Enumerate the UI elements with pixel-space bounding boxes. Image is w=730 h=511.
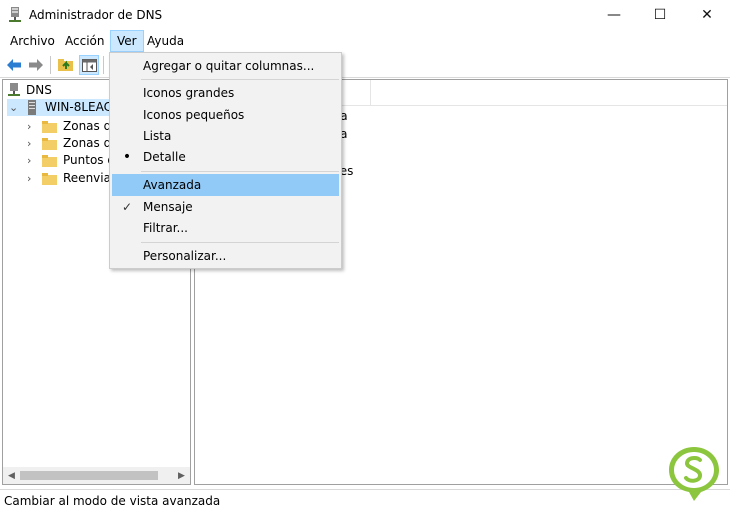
forward-arrow-icon [29,59,43,71]
back-button[interactable] [4,55,24,75]
menu-separator [141,79,339,80]
toolbar-separator [103,56,104,74]
menu-item-advanced[interactable]: Avanzada [112,174,339,196]
forward-button[interactable] [26,55,46,75]
chevron-down-icon[interactable]: ⌄ [9,99,19,116]
maximize-button[interactable]: ☐ [637,0,683,30]
folder-icon [42,138,57,150]
dns-app-icon [9,7,21,22]
menu-separator [141,171,339,172]
menu-item-label: Agregar o quitar columnas... [143,59,315,73]
menu-separator [141,242,339,243]
menu-item-label: Filtrar... [143,221,188,235]
up-folder-icon [58,59,73,71]
show-hide-tree-icon [81,58,97,72]
scroll-right-icon[interactable]: ▶ [173,467,190,484]
menu-archivo[interactable]: Archivo [4,30,61,52]
menu-ayuda[interactable]: Ayuda [141,30,190,52]
menu-item-label: Personalizar... [143,249,227,263]
close-icon: ✕ [701,7,713,23]
window-title: Administrador de DNS [29,8,163,22]
scroll-left-icon[interactable]: ◀ [3,467,20,484]
menu-item-message[interactable]: ✓ Mensaje [112,196,339,218]
menu-item-small-icons[interactable]: Iconos pequeños [112,104,339,126]
menu-item-filter[interactable]: Filtrar... [112,217,339,239]
chevron-right-icon[interactable]: › [27,152,37,169]
watermark-logo [669,447,719,501]
chevron-right-icon[interactable]: › [27,118,37,135]
menu-item-customize[interactable]: Personalizar... [112,245,339,267]
tree-label: Puntos d [63,153,115,167]
menu-item-list[interactable]: Lista [112,125,339,147]
status-bar: Cambiar al modo de vista avanzada [0,489,730,511]
maximize-icon: ☐ [653,7,667,23]
folder-icon [42,155,57,167]
horizontal-scrollbar[interactable]: ◀ ▶ [3,467,190,484]
status-text: Cambiar al modo de vista avanzada [4,494,221,508]
menu-item-label: Iconos pequeños [143,108,245,122]
show-hide-tree-button[interactable] [79,55,99,75]
minimize-button[interactable]: — [591,0,637,30]
menu-item-label: Iconos grandes [143,86,235,100]
close-button[interactable]: ✕ [684,0,730,30]
up-level-button[interactable] [56,55,76,75]
menu-item-add-remove-columns[interactable]: Agregar o quitar columnas... [112,55,339,77]
folder-icon [42,173,57,185]
radio-bullet-icon: • [122,149,132,165]
back-arrow-icon [7,59,21,71]
column-divider[interactable] [370,80,371,105]
menu-item-label: Lista [143,129,172,143]
toolbar-separator [50,56,51,74]
menu-item-label: Avanzada [143,178,202,192]
menu-item-label: Mensaje [143,200,193,214]
server-icon [28,100,36,115]
dns-icon [8,83,20,96]
tree-label: DNS [26,83,52,97]
title-bar: Administrador de DNS — ☐ ✕ [0,0,730,30]
scroll-thumb[interactable] [20,471,158,480]
checkmark-icon: ✓ [121,200,133,214]
chevron-right-icon[interactable]: › [27,170,37,187]
menu-bar: Archivo Acción Ver Ayuda [0,30,730,52]
view-menu-dropdown: Agregar o quitar columnas... Iconos gran… [109,52,342,269]
menu-item-large-icons[interactable]: Iconos grandes [112,82,339,104]
menu-item-detail[interactable]: • Detalle [112,146,339,168]
menu-item-label: Detalle [143,150,186,164]
menu-ver[interactable]: Ver [110,30,144,52]
menu-accion[interactable]: Acción [59,30,110,52]
chevron-right-icon[interactable]: › [27,135,37,152]
folder-icon [42,121,57,133]
minimize-icon: — [607,7,621,23]
